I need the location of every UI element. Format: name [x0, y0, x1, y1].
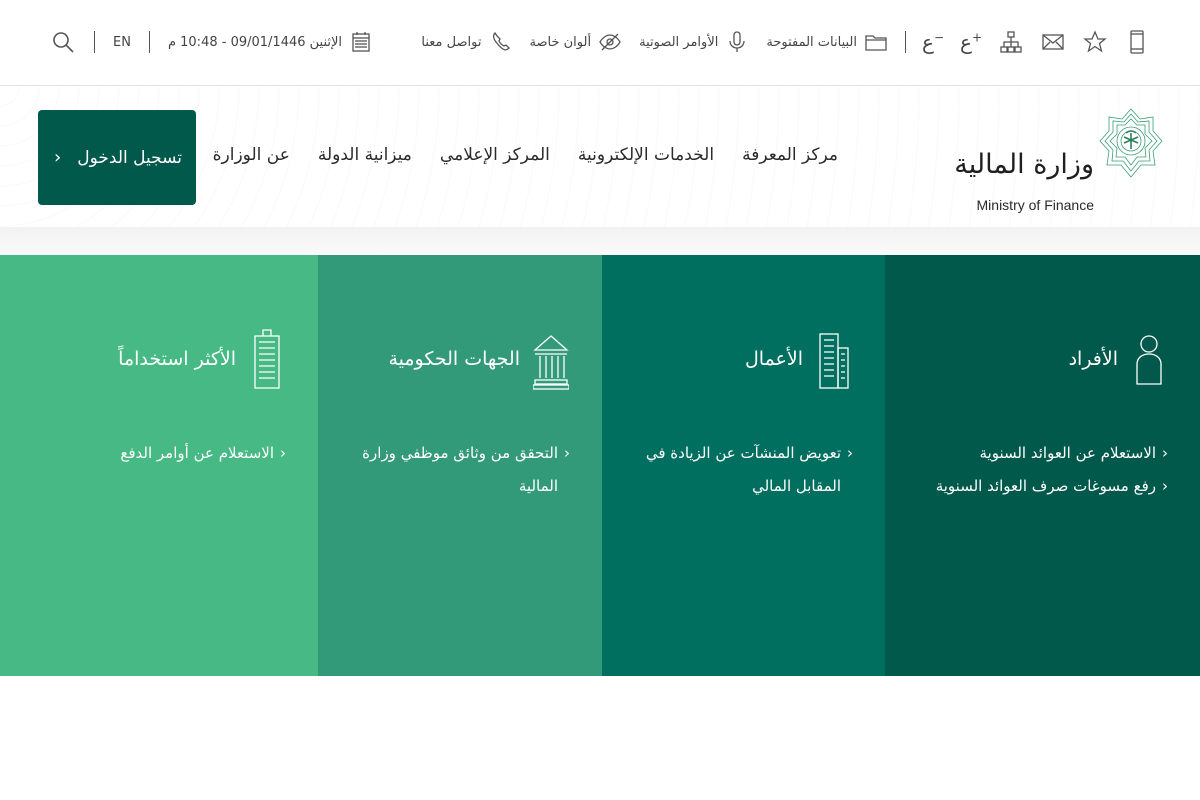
nav-about-ministry[interactable]: عن الوزارة	[213, 145, 290, 165]
link-label: الاستعلام عن أوامر الدفع	[120, 444, 274, 462]
mobile-icon[interactable]	[1124, 28, 1150, 56]
panel-links: ‹ الاستعلام عن العوائد السنوية ‹ رفع مسوغا…	[928, 437, 1168, 503]
nav-e-services[interactable]: الخدمات الإلكترونية	[578, 145, 714, 165]
list-item[interactable]: ‹ التحقق من وثائق موظفي وزارة المالية	[330, 437, 570, 503]
panel-links: ‹ الاستعلام عن أوامر الدفع	[46, 437, 286, 470]
main-navigation: عن الوزارة ميزانية الدولة المركز الإعلام…	[213, 145, 838, 165]
voice-commands-label: الأوامر الصوتية	[639, 34, 719, 50]
nav-knowledge-center[interactable]: مركز المعرفة	[742, 145, 838, 165]
panel-title: الأفراد	[1068, 348, 1118, 370]
building-icon	[815, 327, 853, 391]
ministry-logo[interactable]: وزارة المالية Ministry of Finance	[954, 97, 1164, 217]
separator	[148, 31, 150, 53]
logo-arabic-text: وزارة المالية	[954, 149, 1094, 180]
login-button-label: تسجيل الدخول	[77, 147, 182, 168]
open-data-label: البيانات المفتوحة	[766, 34, 857, 50]
panel-most-used: الأكثر استخداماً ‹ الاستعلام عن أوامر الد…	[0, 255, 318, 676]
special-colors-link[interactable]: ألوان خاصة	[530, 28, 624, 56]
topbar-right-group: تواصل معنا ألوان خاصة الأوامر الصوتية ال…	[421, 22, 1150, 62]
separator	[905, 31, 906, 53]
font-increase-glyph: ع	[960, 30, 972, 54]
main-header: وزارة المالية Ministry of Finance عن الو…	[0, 87, 1200, 227]
special-colors-label: ألوان خاصة	[529, 34, 592, 50]
topbar-left-group: EN الإثنين 09/01/1446 - 10:48 م	[50, 22, 374, 62]
panel-individuals: الأفراد ‹ الاستعلام عن العوائد السنوية ‹ ر…	[885, 255, 1200, 676]
list-item[interactable]: ‹ الاستعلام عن أوامر الدفع	[46, 437, 286, 470]
service-panels: الأكثر استخداماً ‹ الاستعلام عن أوامر الد…	[0, 255, 1200, 676]
link-label: التحقق من وثائق موظفي وزارة المالية	[362, 444, 558, 495]
voice-commands-link[interactable]: الأوامر الصوتية	[639, 28, 750, 56]
font-decrease-glyph: ع	[922, 30, 934, 54]
star-icon[interactable]	[1082, 28, 1108, 56]
font-increase-button[interactable]: ع+	[960, 30, 982, 54]
panel-links: ‹ تعويض المنشآت عن الزيادة في المقابل الم…	[613, 437, 853, 503]
panel-header: الأفراد	[1069, 327, 1168, 391]
open-data-link[interactable]: البيانات المفتوحة	[766, 28, 889, 56]
chevron-left-icon: ‹	[280, 444, 286, 462]
separator	[94, 31, 95, 53]
date-display: الإثنين 09/01/1446 - 10:48 م	[168, 28, 374, 56]
chevron-left-icon: ‹	[564, 444, 570, 462]
folder-icon	[863, 28, 889, 56]
list-item[interactable]: ‹ رفع مسوغات صرف العوائد السنوية	[928, 470, 1168, 503]
chevron-right-icon: ›	[54, 147, 62, 168]
login-button[interactable]: › تسجيل الدخول	[38, 110, 196, 205]
date-text: الإثنين 09/01/1446 - 10:48 م	[167, 34, 343, 50]
government-building-icon	[532, 327, 570, 391]
panel-title: الأعمال	[744, 348, 803, 370]
header-divider	[0, 227, 1200, 255]
panel-header: الجهات الحكومية	[388, 327, 570, 391]
link-label: الاستعلام عن العوائد السنوية	[979, 444, 1156, 462]
panel-links: ‹ التحقق من وثائق موظفي وزارة المالية	[330, 437, 570, 503]
logo-english-text: Ministry of Finance	[976, 197, 1094, 213]
top-utility-bar: EN الإثنين 09/01/1446 - 10:48 م تواصل مع…	[0, 0, 1200, 86]
font-decrease-button[interactable]: ع−	[922, 30, 944, 54]
panel-title: الجهات الحكومية	[388, 348, 520, 370]
language-toggle[interactable]: EN	[113, 35, 131, 50]
chevron-left-icon: ‹	[1162, 444, 1168, 462]
panel-header: الأكثر استخداماً	[118, 327, 286, 391]
calendar-icon	[348, 28, 374, 56]
contact-us-link[interactable]: تواصل معنا	[421, 28, 513, 56]
panel-government: الجهات الحكومية ‹ التحقق من وثائق موظفي و…	[318, 255, 602, 676]
link-label: رفع مسوغات صرف العوائد السنوية	[935, 477, 1156, 495]
nav-media-center[interactable]: المركز الإعلامي	[440, 145, 550, 165]
link-label: تعويض المنشآت عن الزيادة في المقابل الما…	[645, 444, 841, 495]
tower-icon	[248, 327, 286, 391]
mail-icon[interactable]	[1040, 28, 1066, 56]
chevron-left-icon: ‹	[1162, 477, 1168, 495]
phone-icon	[488, 28, 514, 56]
contact-us-label: تواصل معنا	[421, 34, 482, 50]
panel-title: الأكثر استخداماً	[118, 348, 236, 370]
list-item[interactable]: ‹ الاستعلام عن العوائد السنوية	[928, 437, 1168, 470]
sitemap-icon[interactable]	[998, 28, 1024, 56]
eye-slash-icon	[597, 28, 623, 56]
person-icon	[1130, 327, 1168, 391]
search-icon[interactable]	[50, 28, 76, 56]
list-item[interactable]: ‹ تعويض المنشآت عن الزيادة في المقابل الم…	[613, 437, 853, 503]
nav-state-budget[interactable]: ميزانية الدولة	[318, 145, 412, 165]
panel-header: الأعمال	[745, 327, 853, 391]
chevron-left-icon: ‹	[847, 444, 853, 462]
microphone-icon	[724, 28, 750, 56]
panel-business: الأعمال ‹ تعويض المنشآت عن الزيادة في الم…	[602, 255, 885, 676]
ministry-emblem-icon	[1099, 108, 1163, 178]
